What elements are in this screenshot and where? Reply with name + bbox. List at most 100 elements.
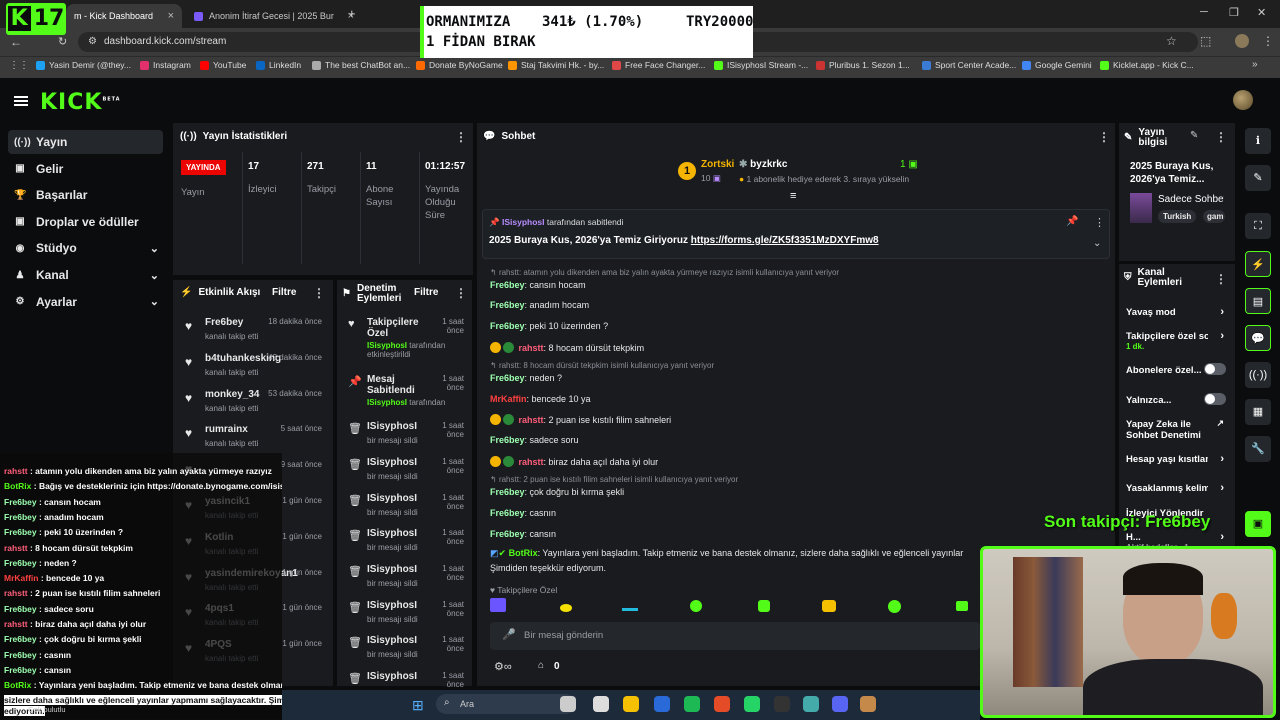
activity-filter-button[interactable]: Filtre — [272, 287, 296, 298]
widgets-icon[interactable] — [560, 696, 576, 712]
chat-username[interactable]: rahstt — [519, 343, 544, 353]
extensions-icon[interactable]: ⬚ — [1200, 34, 1211, 48]
tab-anonim[interactable]: Anonim İtiraf Gecesi | 2025 Bur × — [186, 4, 362, 28]
store-icon[interactable]: ⌂ — [538, 660, 544, 671]
channel-action-item[interactable]: Yalnızca... — [1126, 393, 1230, 406]
game-icon[interactable] — [860, 696, 876, 712]
toggle-switch[interactable] — [1204, 363, 1226, 375]
chat-username[interactable]: Fre6bey — [490, 529, 525, 539]
bookmark-item[interactable]: YouTube — [200, 60, 246, 70]
emote-2[interactable] — [560, 604, 572, 612]
toggle-switch[interactable] — [1204, 393, 1226, 405]
channel-action-item[interactable]: Takipçilere özel sol 1 dk. › — [1126, 330, 1230, 351]
activity-user[interactable]: rumrainx — [205, 424, 248, 435]
emote-6[interactable] — [822, 600, 836, 612]
user-avatar[interactable] — [1233, 90, 1253, 110]
broadcast-icon[interactable]: ((·)) — [1245, 362, 1271, 388]
bookmark-item[interactable]: ISisyphosI Stream -... — [714, 60, 808, 70]
bookmark-item[interactable]: Free Face Changer... — [612, 60, 705, 70]
more-bookmarks-icon[interactable]: » — [1252, 59, 1258, 70]
hamburger-menu-icon[interactable] — [14, 96, 28, 106]
sidebar-item-2[interactable]: 🏆 Başarılar — [8, 183, 163, 207]
sidebar-item-3[interactable]: ▣ Droplar ve ödüller — [8, 210, 163, 234]
close-icon[interactable]: × — [168, 10, 174, 22]
chat-username[interactable]: Fre6bey — [490, 280, 525, 290]
wrench-icon[interactable]: 🔧 — [1245, 436, 1271, 462]
tab-kick-dashboard[interactable]: m - Kick Dashboard × — [66, 4, 182, 28]
mic-icon[interactable]: 🎤 — [502, 628, 516, 641]
sidebar-item-1[interactable]: ▣ Gelir — [8, 157, 163, 181]
obs-icon[interactable] — [774, 696, 790, 712]
collapse-icon[interactable]: ≡ — [790, 190, 796, 202]
kick-logo[interactable]: KICKBETA — [40, 90, 121, 115]
gift-user[interactable]: ✱ byzkrkc — [739, 159, 787, 170]
spotify-icon[interactable] — [684, 696, 700, 712]
minimize-button[interactable]: ─ — [1200, 6, 1208, 18]
category-name[interactable]: Sadece Sohbet — [1158, 194, 1224, 205]
bookmark-item[interactable]: Sport Center Acade... — [922, 60, 1016, 70]
gifter-name[interactable]: Zortski — [701, 159, 734, 170]
moderation-menu-icon[interactable]: ⋮ — [455, 286, 467, 300]
new-tab-button[interactable]: + — [348, 6, 356, 21]
chat-username[interactable]: Fre6bey — [490, 300, 525, 310]
store-icon[interactable]: ▣ — [1245, 511, 1271, 537]
bookmark-item[interactable]: Donate ByNoGame — [416, 60, 503, 70]
moderation-filter-button[interactable]: Filtre — [414, 287, 438, 298]
chat-username[interactable]: rahstt — [519, 457, 544, 467]
expand-icon[interactable]: ⛶ — [1245, 213, 1271, 239]
pinned-link[interactable]: https://forms.gle/ZK5f3351MzDXYFmw8 — [691, 235, 879, 246]
activity-menu-icon[interactable]: ⋮ — [313, 286, 325, 300]
chat-icon[interactable]: 💬 — [1245, 325, 1271, 351]
channel-action-item[interactable]: Hesap yaşı kısıtlam › — [1126, 453, 1230, 465]
bookmark-item[interactable]: Staj Takvimi Hk. - by... — [508, 60, 604, 70]
bookmark-item[interactable]: Kicklet.app - Kick C... — [1100, 60, 1194, 70]
edit-icon[interactable]: ✎ — [1190, 130, 1198, 141]
unpin-icon[interactable]: 📌 — [1066, 216, 1078, 227]
chat-username[interactable]: Fre6bey — [490, 321, 525, 331]
bookmark-item[interactable]: Pluribus 1. Sezon 1... — [816, 60, 910, 70]
connections-icon[interactable]: ⚙∞ — [494, 660, 512, 673]
taskview-icon[interactable] — [593, 696, 609, 712]
whatsapp-icon[interactable] — [744, 696, 760, 712]
sidebar-item-0[interactable]: ((·)) Yayın — [8, 130, 163, 154]
channel-actions-menu-icon[interactable]: ⋮ — [1215, 272, 1227, 286]
activity-user[interactable]: Fre6bey — [205, 317, 243, 328]
chat-username[interactable]: Fre6bey — [490, 508, 525, 518]
notes-icon[interactable]: ▤ — [1245, 288, 1271, 314]
emote-3[interactable] — [622, 608, 638, 611]
bookmark-item[interactable]: Yasin Demir (@they... — [36, 60, 131, 70]
chat-username[interactable]: Fre6bey — [490, 373, 525, 383]
sidebar-item-4[interactable]: ◉ Stüdyo ⌄ — [8, 236, 163, 260]
emote-1[interactable] — [490, 598, 506, 612]
dashboard-icon[interactable]: ▦ — [1245, 399, 1271, 425]
channel-action-item[interactable]: Yapay Zeka ile Sohbet Denetimi ↗ — [1126, 418, 1230, 441]
bookmark-item[interactable]: Google Gemini — [1022, 60, 1092, 70]
channel-action-item[interactable]: Abonelere özel... — [1126, 363, 1230, 376]
profile-avatar[interactable] — [1235, 34, 1249, 48]
discord-icon[interactable] — [832, 696, 848, 712]
info-icon[interactable]: ℹ — [1245, 128, 1271, 154]
maximize-button[interactable]: ❐ — [1229, 6, 1239, 19]
stats-menu-icon[interactable]: ⋮ — [455, 130, 467, 144]
reload-icon[interactable]: ↻ — [58, 35, 67, 48]
sidebar-item-6[interactable]: ⚙ Ayarlar ⌄ — [8, 290, 163, 314]
lightning-icon[interactable]: ⚡ — [1245, 251, 1271, 277]
windows-start-icon[interactable]: ⊞ — [412, 697, 424, 714]
network-icon[interactable] — [803, 696, 819, 712]
emote-7[interactable] — [888, 600, 901, 613]
apps-icon[interactable]: ⋮⋮ — [9, 60, 29, 71]
chat-menu-icon[interactable]: ⋮ — [1098, 130, 1110, 144]
edit-icon[interactable]: ✎ — [1245, 165, 1271, 191]
bookmark-item[interactable]: LinkedIn — [256, 60, 301, 70]
chat-username[interactable]: Fre6bey — [490, 435, 525, 445]
menu-icon[interactable]: ⋮ — [1262, 34, 1274, 48]
bookmark-item[interactable]: The best ChatBot an... — [312, 60, 410, 70]
chat-username[interactable]: rahstt — [519, 415, 544, 425]
emote-4[interactable] — [690, 600, 702, 612]
taskbar-search[interactable] — [436, 694, 576, 714]
activity-user[interactable]: monkey_34 — [205, 389, 259, 400]
pinned-menu-icon[interactable]: ⋮ — [1094, 216, 1105, 229]
chrome-icon[interactable] — [714, 696, 730, 712]
stream-info-menu-icon[interactable]: ⋮ — [1215, 130, 1227, 144]
chevron-down-icon[interactable]: ⌄ — [1093, 238, 1101, 249]
